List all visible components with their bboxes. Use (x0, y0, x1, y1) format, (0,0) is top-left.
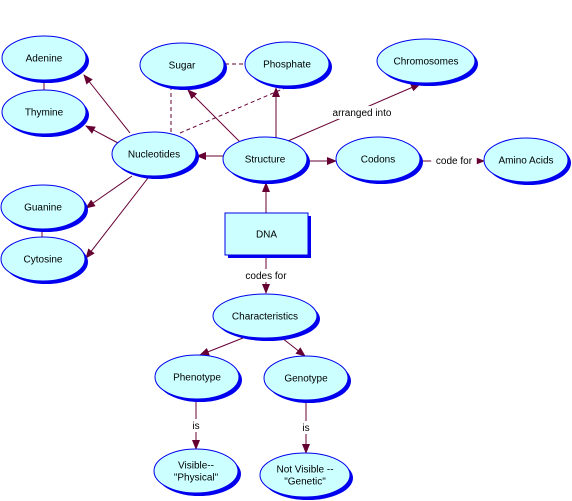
node-visible[interactable]: Visible--"Physical" (153, 448, 241, 496)
node-codons[interactable]: Codons (335, 136, 423, 184)
node-label: Guanine (24, 203, 62, 214)
node-label: Visible-- (178, 461, 214, 472)
node-dna[interactable]: DNA (224, 212, 311, 258)
link-phenotype-to-visible: is (188, 400, 204, 450)
node-amino-acids[interactable]: Amino Acids (483, 137, 571, 185)
node-guanine[interactable]: Guanine (0, 184, 88, 232)
node-label: Phosphate (263, 60, 311, 71)
nodes-layer: Adenine Thymine Sugar Phosphate Chromosomes N… (0, 35, 571, 500)
node-genotype[interactable]: Genotype (263, 355, 351, 403)
node-label: "Genetic" (284, 477, 326, 488)
node-chromosomes[interactable]: Chromosomes (376, 38, 478, 86)
link-characteristics-to-phenotype (199, 337, 244, 356)
link-nucleotides-to-thymine (85, 125, 119, 144)
node-not-visible[interactable]: Not Visible --"Genetic" (259, 452, 353, 500)
node-label: Phenotype (173, 373, 221, 384)
node-label: Structure (245, 155, 286, 166)
node-cytosine[interactable]: Cytosine (0, 236, 88, 284)
node-thymine[interactable]: Thymine (1, 89, 89, 137)
link-line (187, 89, 241, 143)
node-label: Not Visible -- (276, 465, 333, 476)
node-label: Thymine (25, 108, 64, 119)
link-codons-to-amino-acids: code for (420, 154, 485, 167)
node-sugar[interactable]: Sugar (139, 42, 227, 90)
link-nucleotides-to-cytosine (85, 177, 149, 259)
node-label: Nucleotides (128, 150, 180, 161)
node-characteristics[interactable]: Characteristics (212, 293, 320, 341)
link-label: is (302, 423, 309, 434)
link-line (179, 87, 286, 134)
concept-map: codes for arranged into code for is is Adeni… (0, 35, 571, 500)
link-label: codes for (245, 271, 287, 282)
node-structure[interactable]: Structure (222, 136, 310, 184)
link-genotype-to-not-visible: is (298, 401, 314, 454)
link-line (281, 337, 306, 357)
node-nucleotides[interactable]: Nucleotides (111, 131, 199, 179)
node-label: "Physical" (174, 473, 219, 484)
node-label: DNA (256, 230, 277, 241)
node-label: Amino Acids (498, 156, 553, 167)
link-line (83, 74, 131, 134)
node-label: Chromosomes (393, 57, 458, 68)
links-layer: codes for arranged into code for is is (41, 63, 485, 454)
link-line (85, 175, 133, 209)
link-dna-to-characteristics: codes for (240, 255, 292, 294)
link-label: is (192, 421, 199, 432)
node-label: Codons (361, 155, 395, 166)
link-characteristics-to-genotype (281, 337, 306, 357)
link-nucleotides-to-adenine (83, 74, 131, 134)
link-line (85, 125, 119, 144)
node-label: Genotype (284, 374, 328, 385)
node-phosphate[interactable]: Phosphate (244, 41, 332, 89)
node-adenine[interactable]: Adenine (1, 35, 89, 83)
link-structure-to-chromosomes: arranged into (287, 83, 421, 142)
link-line (85, 177, 149, 259)
link-label: code for (436, 156, 473, 167)
node-label: Characteristics (232, 312, 298, 323)
link-nucleotides-to-phosphate (179, 87, 286, 134)
node-phenotype[interactable]: Phenotype (154, 354, 242, 402)
link-structure-to-sugar (187, 89, 241, 143)
node-label: Adenine (26, 54, 63, 65)
node-label: Cytosine (24, 255, 63, 266)
link-nucleotides-to-guanine (85, 175, 133, 209)
link-line (199, 337, 244, 356)
node-label: Sugar (169, 61, 196, 72)
link-label: arranged into (333, 108, 392, 119)
